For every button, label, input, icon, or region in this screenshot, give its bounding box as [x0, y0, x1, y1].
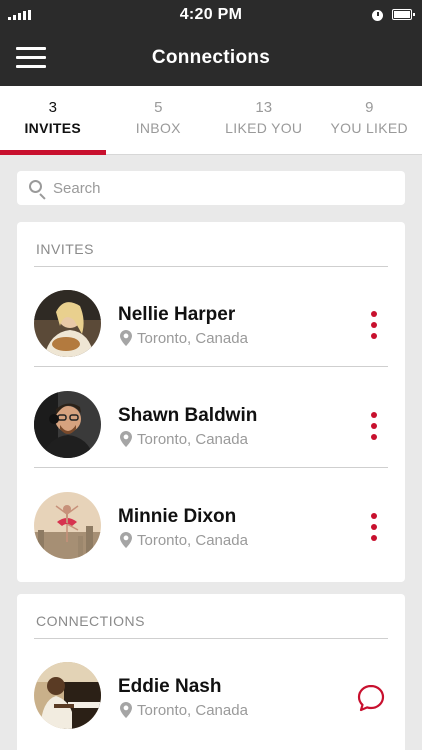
avatar: [34, 662, 101, 729]
location-pin-icon: [120, 532, 132, 548]
tab-you-liked[interactable]: 9 YOU LIKED: [317, 86, 422, 154]
status-time: 4:20 PM: [179, 6, 243, 23]
person-location: Toronto, Canada: [137, 702, 248, 719]
section-title: CONNECTIONS: [36, 613, 145, 629]
tab-count: 9: [365, 99, 374, 116]
location-pin-icon: [120, 431, 132, 447]
list-item[interactable]: Minnie Dixon Toronto, Canada: [34, 469, 388, 569]
section-title: INVITES: [36, 241, 94, 257]
connections-card: CONNECTIONS Eddie Nash Toronto, Canada: [17, 594, 405, 750]
more-vertical-icon[interactable]: [370, 412, 378, 442]
chat-bubble-icon[interactable]: [356, 683, 386, 713]
person-name: Shawn Baldwin: [118, 405, 258, 426]
tab-bar: 3 INVITES 5 INBOX 13 LIKED YOU 9 YOU LIK…: [0, 86, 422, 155]
search-input[interactable]: [53, 178, 383, 198]
battery-icon: [392, 9, 415, 20]
person-name: Nellie Harper: [118, 304, 236, 325]
page-title: Connections: [151, 47, 271, 68]
clock-icon: [372, 10, 383, 21]
list-item[interactable]: Eddie Nash Toronto, Canada: [34, 639, 388, 739]
search-bar[interactable]: [17, 171, 405, 205]
tab-inbox[interactable]: 5 INBOX: [106, 86, 212, 154]
tab-invites[interactable]: 3 INVITES: [0, 86, 106, 155]
avatar: [34, 391, 101, 458]
person-location: Toronto, Canada: [137, 532, 248, 549]
more-vertical-icon[interactable]: [370, 311, 378, 341]
person-name: Eddie Nash: [118, 676, 222, 697]
person-name: Minnie Dixon: [118, 506, 237, 527]
search-icon: [29, 180, 42, 193]
tab-label: YOU LIKED: [330, 120, 408, 136]
location-pin-icon: [120, 330, 132, 346]
tab-label: LIKED YOU: [225, 120, 303, 136]
status-bar: 4:20 PM: [0, 0, 422, 30]
location-pin-icon: [120, 702, 132, 718]
tab-label: INBOX: [135, 120, 181, 136]
more-vertical-icon[interactable]: [370, 513, 378, 543]
person-location: Toronto, Canada: [137, 330, 248, 347]
nav-bar: Connections: [0, 30, 422, 86]
tab-count: 13: [255, 99, 273, 116]
tab-label: INVITES: [24, 120, 82, 136]
tab-liked-you[interactable]: 13 LIKED YOU: [211, 86, 317, 154]
list-item[interactable]: Shawn Baldwin Toronto, Canada: [34, 368, 388, 468]
avatar: [34, 290, 101, 357]
person-location: Toronto, Canada: [137, 431, 248, 448]
tab-count: 5: [154, 99, 163, 116]
list-item[interactable]: Nellie Harper Toronto, Canada: [34, 267, 388, 367]
invites-card: INVITES Nellie Harper Toronto, Canada Sh…: [17, 222, 405, 582]
tab-count: 3: [48, 99, 57, 116]
avatar: [34, 492, 101, 559]
